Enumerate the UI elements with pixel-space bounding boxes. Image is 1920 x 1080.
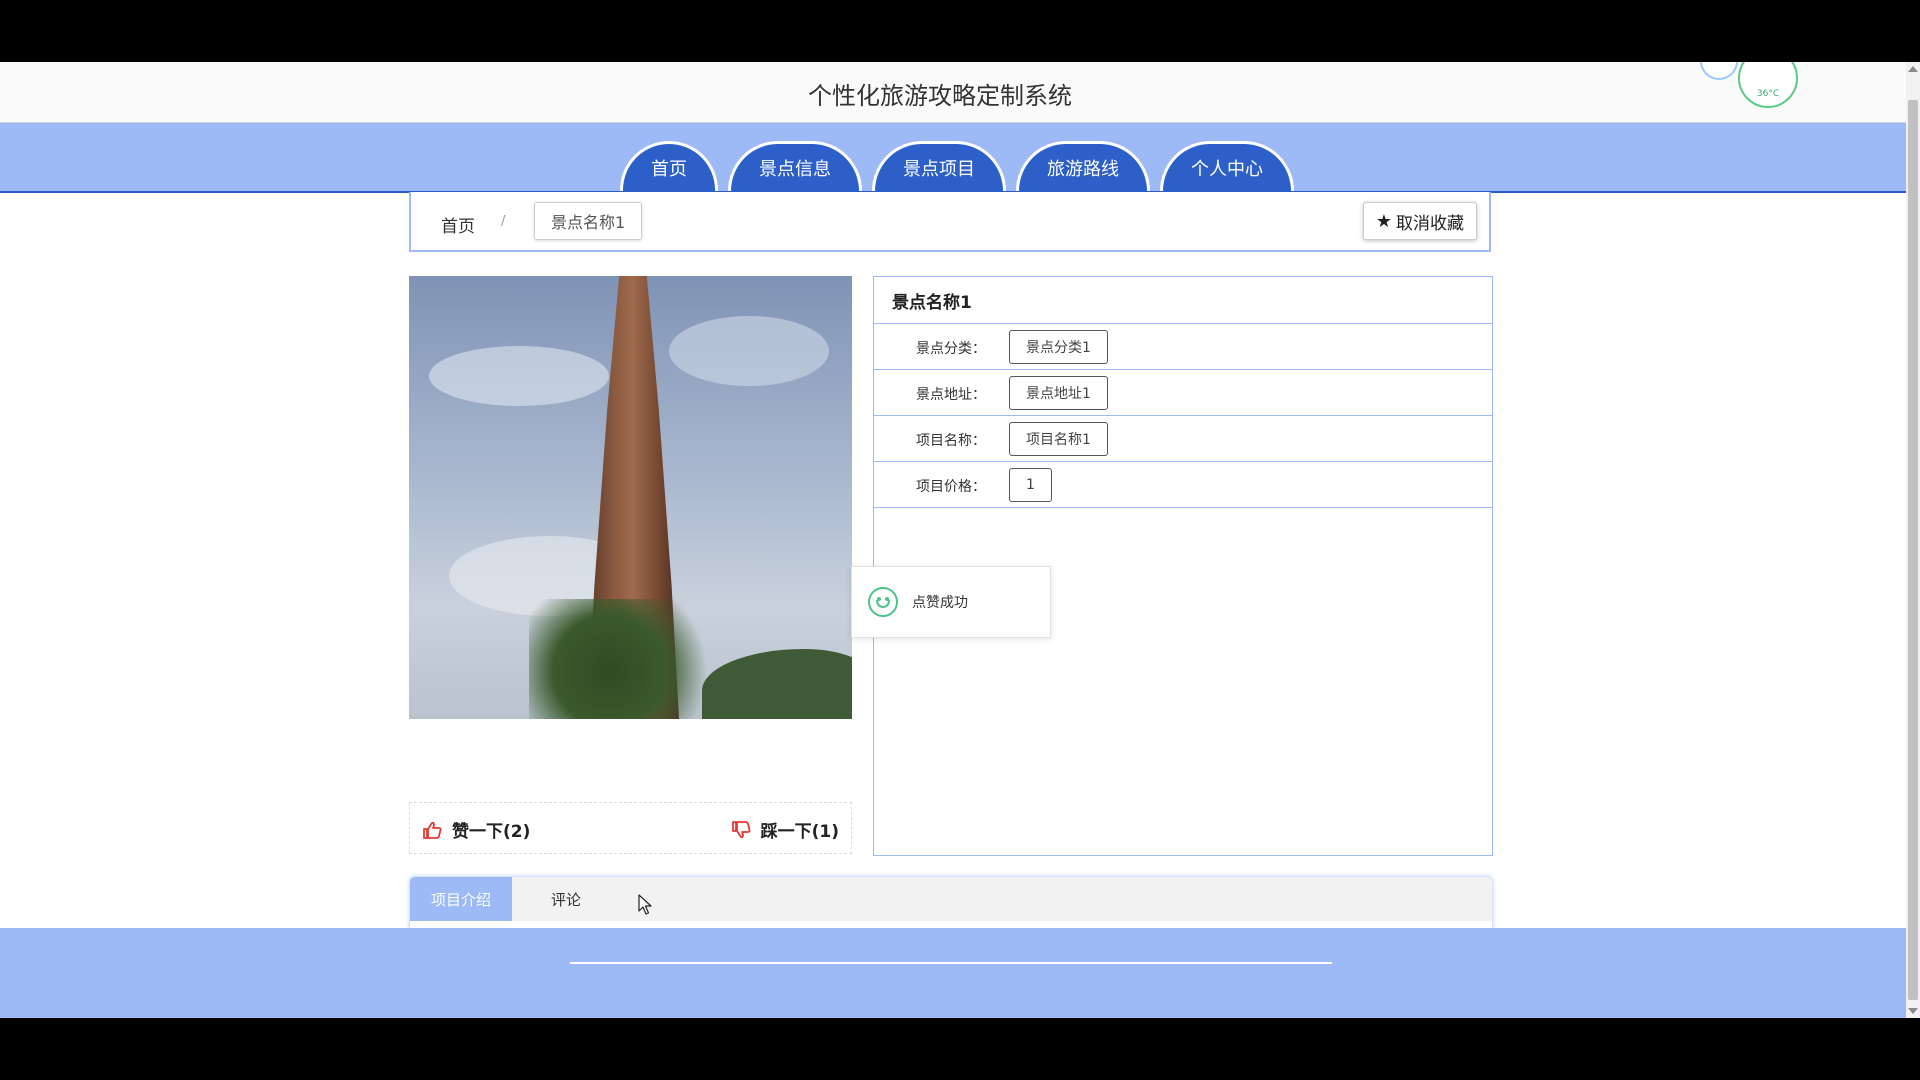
page: 个性化旅游攻略定制系统 36°C 首页 景点信息 景点项目 旅游路线 个人中心 … — [0, 62, 1906, 1018]
project-name-label: 项目名称： — [916, 433, 986, 449]
tab-project-intro[interactable]: 项目介绍 — [410, 877, 513, 921]
scroll-thumb[interactable] — [1908, 100, 1918, 1000]
attraction-name: 景点名称1 — [874, 277, 1492, 324]
detail-row-project-price: 项目价格： 1 — [874, 462, 1492, 508]
category-value: 景点分类1 — [1009, 330, 1108, 364]
nav-tab-attraction-projects[interactable]: 景点项目 — [872, 141, 1006, 191]
unfavorite-label: 取消收藏 — [1396, 213, 1464, 234]
address-label: 景点地址： — [916, 387, 986, 403]
address-value: 景点地址1 — [1009, 376, 1108, 410]
page-scrollbar[interactable] — [1906, 62, 1920, 1018]
footer-divider — [570, 962, 1332, 964]
breadcrumb-home-link[interactable]: 首页 — [441, 212, 475, 237]
nav-tab-personal-center[interactable]: 个人中心 — [1160, 141, 1294, 191]
tab-comments[interactable]: 评论 — [530, 877, 602, 921]
toast-message: 点赞成功 — [912, 595, 968, 611]
smile-icon — [868, 587, 898, 617]
site-title: 个性化旅游攻略定制系统 — [808, 82, 1072, 110]
thumbs-up-icon — [423, 821, 442, 839]
main-nav: 首页 景点信息 景点项目 旅游路线 个人中心 — [0, 123, 1906, 193]
tab-header: 项目介绍 评论 — [410, 877, 1492, 921]
detail-row-category: 景点分类： 景点分类1 — [874, 324, 1492, 370]
unfavorite-button[interactable]: ★ 取消收藏 — [1362, 202, 1477, 240]
site-header: 个性化旅游攻略定制系统 36°C — [0, 62, 1906, 123]
scroll-down-icon[interactable] — [1908, 1008, 1918, 1014]
site-footer — [0, 928, 1906, 1018]
category-label: 景点分类： — [916, 341, 986, 357]
nav-tab-travel-routes[interactable]: 旅游路线 — [1016, 141, 1150, 191]
mouse-cursor-icon — [638, 894, 652, 915]
like-button[interactable]: 赞一下(2) — [422, 817, 530, 842]
star-icon: ★ — [1375, 210, 1392, 232]
breadcrumb-separator: / — [501, 214, 506, 229]
scroll-up-icon[interactable] — [1908, 66, 1918, 72]
like-label: 赞一下(2) — [452, 822, 531, 842]
detail-row-address: 景点地址： 景点地址1 — [874, 370, 1492, 416]
like-success-toast: 点赞成功 — [851, 566, 1051, 638]
detail-row-project-name: 项目名称： 项目名称1 — [874, 416, 1492, 462]
dislike-label: 踩一下(1) — [760, 822, 839, 842]
nav-tab-attraction-info[interactable]: 景点信息 — [728, 141, 862, 191]
nav-tab-home[interactable]: 首页 — [620, 141, 718, 191]
project-price-value: 1 — [1009, 468, 1052, 502]
breadcrumb-current: 景点名称1 — [534, 202, 643, 240]
attraction-photo — [409, 276, 852, 719]
nav-tabs: 首页 景点信息 景点项目 旅游路线 个人中心 — [620, 141, 1304, 191]
breadcrumb: 首页 / 景点名称1 ★ 取消收藏 — [409, 192, 1491, 252]
project-price-label: 项目价格： — [916, 479, 986, 495]
vote-bar: 赞一下(2) 踩一下(1) — [409, 802, 852, 854]
project-name-value: 项目名称1 — [1009, 422, 1108, 456]
thumbs-down-icon — [731, 820, 751, 838]
dislike-button[interactable]: 踩一下(1) — [731, 817, 839, 842]
